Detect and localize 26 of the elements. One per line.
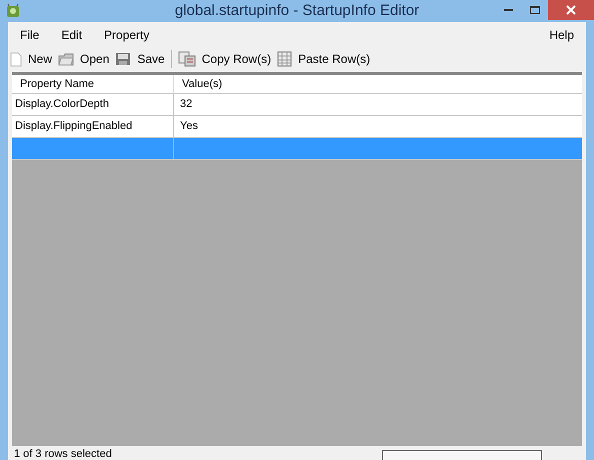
table-row[interactable]: Display.FlippingEnabled Yes (12, 116, 582, 138)
page-icon (10, 52, 22, 66)
grid-icon (277, 51, 292, 67)
app-icon (6, 3, 20, 18)
table-row[interactable]: Display.ColorDepth 32 (12, 94, 582, 116)
toolbar-button[interactable]: New (10, 50, 52, 68)
menu-item[interactable]: Help (549, 26, 574, 44)
toolbar-button[interactable]: Paste Row(s) (277, 50, 370, 68)
menu-item[interactable]: Edit (61, 26, 82, 44)
table-cell-text: Yes (179, 119, 199, 134)
toolbar-button[interactable]: Save (115, 50, 165, 68)
close-icon (566, 5, 576, 15)
status-text: 1 of 3 rows selected (14, 448, 112, 460)
column-header[interactable]: Property Name (12, 75, 174, 93)
window-title: global.startupinfo - StartupInfo Editor (174, 0, 420, 21)
table-cell: Display.FlippingEnabled (12, 116, 174, 137)
table-cell: Display.ColorDepth (12, 94, 174, 115)
table-cell-text: 32 (179, 97, 194, 112)
folder-icon (58, 52, 74, 66)
copy-icon (178, 51, 196, 67)
column-header[interactable]: Value(s) (174, 75, 582, 93)
toolbar-button[interactable]: Copy Row(s) (178, 50, 272, 68)
menu-item[interactable]: File (20, 26, 40, 44)
close-button[interactable] (548, 0, 594, 20)
menu-item[interactable]: Property (104, 26, 150, 44)
toolbar-button[interactable]: Open (58, 50, 110, 68)
